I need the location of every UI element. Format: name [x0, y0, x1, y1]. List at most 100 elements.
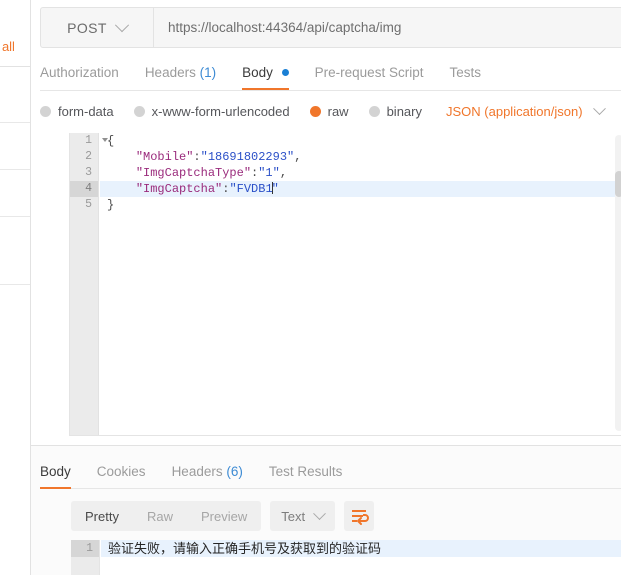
- gutter-line-number: 2: [85, 150, 92, 163]
- tab-tests[interactable]: Tests: [449, 58, 481, 90]
- response-view-mode-group: Pretty Raw Preview: [71, 501, 262, 531]
- response-tab-cookies-label: Cookies: [96, 464, 146, 479]
- response-tab-test-results-label: Test Results: [268, 464, 343, 479]
- response-gutter: 1: [71, 540, 100, 575]
- sidebar-history-item[interactable]: /i: [0, 123, 30, 169]
- sidebar-history-item[interactable]: /i: [0, 170, 30, 216]
- unsaved-dot-icon: [281, 69, 289, 76]
- url-bar: POST https://localhost:44364/api/captcha…: [40, 7, 621, 48]
- radio-selected-icon: [309, 105, 321, 117]
- sidebar: r all /i /i /i /i c: [0, 0, 31, 575]
- tab-body-label: Body: [242, 65, 273, 80]
- response-format-label: Text: [281, 508, 306, 524]
- sidebar-history-item[interactable]: /i c: [0, 217, 30, 283]
- url-input[interactable]: https://localhost:44364/api/captcha/img: [154, 8, 621, 47]
- response-toolbar: Pretty Raw Preview Text: [71, 500, 375, 532]
- word-wrap-icon: [352, 510, 370, 525]
- code-line: "Mobile":"18691802293",: [100, 149, 621, 165]
- code-value-mobile: "18691802293": [200, 150, 295, 164]
- view-mode-preview-label: Preview: [200, 508, 248, 524]
- response-body-text: 验证失败，请输入正确手机号及获取到的验证码: [101, 540, 621, 557]
- gutter-line-number: 3: [85, 166, 92, 179]
- gutter-line-number-text: 1: [85, 134, 92, 147]
- method-dropdown[interactable]: POST: [41, 8, 154, 47]
- sidebar-top-row: [0, 0, 30, 31]
- view-mode-pretty-label: Pretty: [85, 508, 119, 524]
- radio-raw[interactable]: raw: [309, 103, 349, 119]
- tab-pre-request-script[interactable]: Pre-request Script: [315, 58, 424, 90]
- method-label: POST: [67, 19, 107, 36]
- tab-headers-label: Headers: [144, 65, 196, 80]
- code-colon: :: [193, 150, 201, 164]
- editor-scrollbar[interactable]: [615, 135, 621, 431]
- sidebar-history-item[interactable]: /i: [0, 76, 30, 122]
- gutter-line-number-active: 4: [70, 181, 98, 197]
- code-value-imgcaptcha-end: ": [271, 182, 279, 196]
- view-mode-preview[interactable]: Preview: [187, 501, 261, 531]
- radio-icon: [133, 105, 145, 117]
- radio-icon: [40, 105, 51, 117]
- response-format-dropdown[interactable]: Text: [270, 501, 336, 531]
- tab-headers[interactable]: Headers (1): [145, 58, 216, 90]
- response-tab-headers[interactable]: Headers (6): [172, 457, 243, 489]
- code-key-mobile: "Mobile": [135, 150, 194, 164]
- tab-headers-count: (1): [199, 65, 217, 80]
- code-line-active: "ImgCaptcha":"FVDB1": [100, 181, 621, 197]
- code-line: }: [100, 197, 621, 213]
- request-tabs: Authorization Headers (1) Body Pre-reque…: [40, 58, 621, 91]
- editor-code-area[interactable]: { "Mobile":"18691802293", "ImgCaptchaTyp…: [100, 133, 621, 435]
- content-type-label: JSON (application/json): [446, 103, 583, 119]
- radio-binary-label: binary: [386, 103, 422, 119]
- request-pane: POST https://localhost:44364/api/captcha…: [31, 0, 621, 575]
- code-key-imgcaptchatype: "ImgCaptchaType": [135, 166, 252, 180]
- radio-form-data[interactable]: form-data: [40, 104, 114, 119]
- response-body-viewer[interactable]: 1 验证失败，请输入正确手机号及获取到的验证码: [71, 540, 621, 575]
- editor-gutter: 1 2 3 4 5: [70, 133, 108, 435]
- radio-raw-label: raw: [327, 103, 349, 119]
- radio-x-www-form-urlencoded[interactable]: x-www-form-urlencoded: [133, 103, 290, 119]
- sidebar-clear-all-label: r all: [0, 39, 15, 54]
- postman-window: r all /i /i /i /i c POST https://local: [0, 0, 621, 575]
- chevron-down-icon: [592, 101, 606, 115]
- response-tab-headers-label: Headers: [171, 464, 223, 479]
- code-comma: ,: [294, 150, 302, 164]
- chevron-down-icon: [313, 506, 326, 520]
- chevron-down-icon: [114, 17, 129, 32]
- request-body-editor[interactable]: 1 2 3 4 5 { "Mobile":"18691802293", "Img…: [69, 133, 621, 436]
- tab-authorization-label: Authorization: [40, 65, 119, 80]
- view-mode-pretty[interactable]: Pretty: [71, 501, 133, 531]
- response-code-area: 验证失败，请输入正确手机号及获取到的验证码: [101, 540, 621, 575]
- response-tab-test-results[interactable]: Test Results: [269, 457, 343, 489]
- response-tab-cookies[interactable]: Cookies: [97, 457, 146, 489]
- code-value-imgcaptchatype: "1": [258, 166, 280, 180]
- response-line-number: 1: [71, 540, 99, 557]
- response-tab-headers-count: (6): [226, 464, 243, 479]
- code-value-imgcaptcha: "FVDB1: [229, 182, 273, 196]
- view-mode-raw[interactable]: Raw: [133, 501, 187, 531]
- content-type-dropdown[interactable]: JSON (application/json): [446, 101, 606, 119]
- tab-authorization[interactable]: Authorization: [40, 58, 119, 90]
- response-tabs: Body Cookies Headers (6) Test Results: [40, 457, 621, 489]
- tab-tests-label: Tests: [449, 65, 481, 80]
- tab-body[interactable]: Body: [242, 58, 289, 90]
- radio-binary[interactable]: binary: [368, 103, 422, 119]
- code-brace-close: }: [107, 198, 115, 212]
- radio-icon: [368, 105, 380, 117]
- url-text: https://localhost:44364/api/captcha/img: [168, 20, 402, 35]
- code-brace-open: {: [107, 134, 115, 148]
- body-type-options: form-data x-www-form-urlencoded raw bina…: [40, 98, 621, 124]
- sidebar-divider: [0, 284, 30, 285]
- radio-form-data-label: form-data: [58, 103, 114, 119]
- editor-scrollbar-thumb[interactable]: [615, 171, 621, 197]
- gutter-line-number: 5: [85, 198, 92, 211]
- word-wrap-button[interactable]: [344, 501, 375, 531]
- gutter-line-number: 1: [70, 133, 108, 149]
- response-tab-body[interactable]: Body: [40, 457, 71, 489]
- code-comma: ,: [279, 166, 288, 180]
- sidebar-clear-all[interactable]: r all: [0, 30, 30, 67]
- code-key-imgcaptcha: "ImgCaptcha": [135, 182, 223, 196]
- radio-x-www-form-urlencoded-label: x-www-form-urlencoded: [151, 103, 290, 119]
